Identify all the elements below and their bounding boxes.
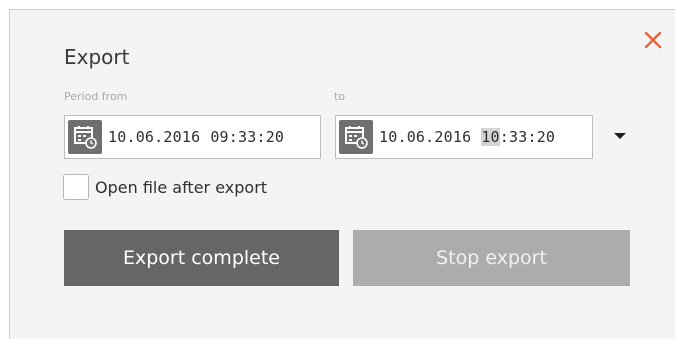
calendar-button-to[interactable]	[336, 116, 376, 158]
dialog-title: Export	[64, 45, 130, 69]
calendar-clock-icon	[345, 126, 368, 149]
period-to-time-rest: :33:20	[499, 128, 556, 146]
close-button[interactable]	[642, 29, 664, 51]
open-after-export-row[interactable]: Open file after export	[63, 174, 267, 200]
period-to-date[interactable]: 10.06.2016	[379, 128, 471, 146]
period-from-label: Period from	[64, 90, 128, 103]
close-icon	[644, 31, 662, 49]
period-dropdown-button[interactable]	[612, 128, 628, 142]
caret-down-icon	[614, 133, 626, 139]
period-to-time[interactable]: 10:33:20	[481, 128, 555, 146]
stop-export-button[interactable]: Stop export	[353, 230, 630, 286]
period-to-field[interactable]: 10.06.2016 10:33:20	[335, 115, 593, 159]
period-to-label: to	[334, 90, 346, 103]
calendar-clock-icon	[74, 126, 97, 149]
open-after-export-label[interactable]: Open file after export	[95, 178, 267, 197]
period-from-field[interactable]: 10.06.2016 09:33:20	[64, 115, 321, 159]
period-from-time[interactable]: 09:33:20	[210, 128, 284, 146]
period-from-date[interactable]: 10.06.2016	[108, 128, 200, 146]
export-complete-button[interactable]: Export complete	[64, 230, 339, 286]
period-to-time-selected-part: 10	[481, 128, 500, 146]
calendar-button-from[interactable]	[65, 116, 105, 158]
open-after-export-checkbox[interactable]	[63, 174, 89, 200]
